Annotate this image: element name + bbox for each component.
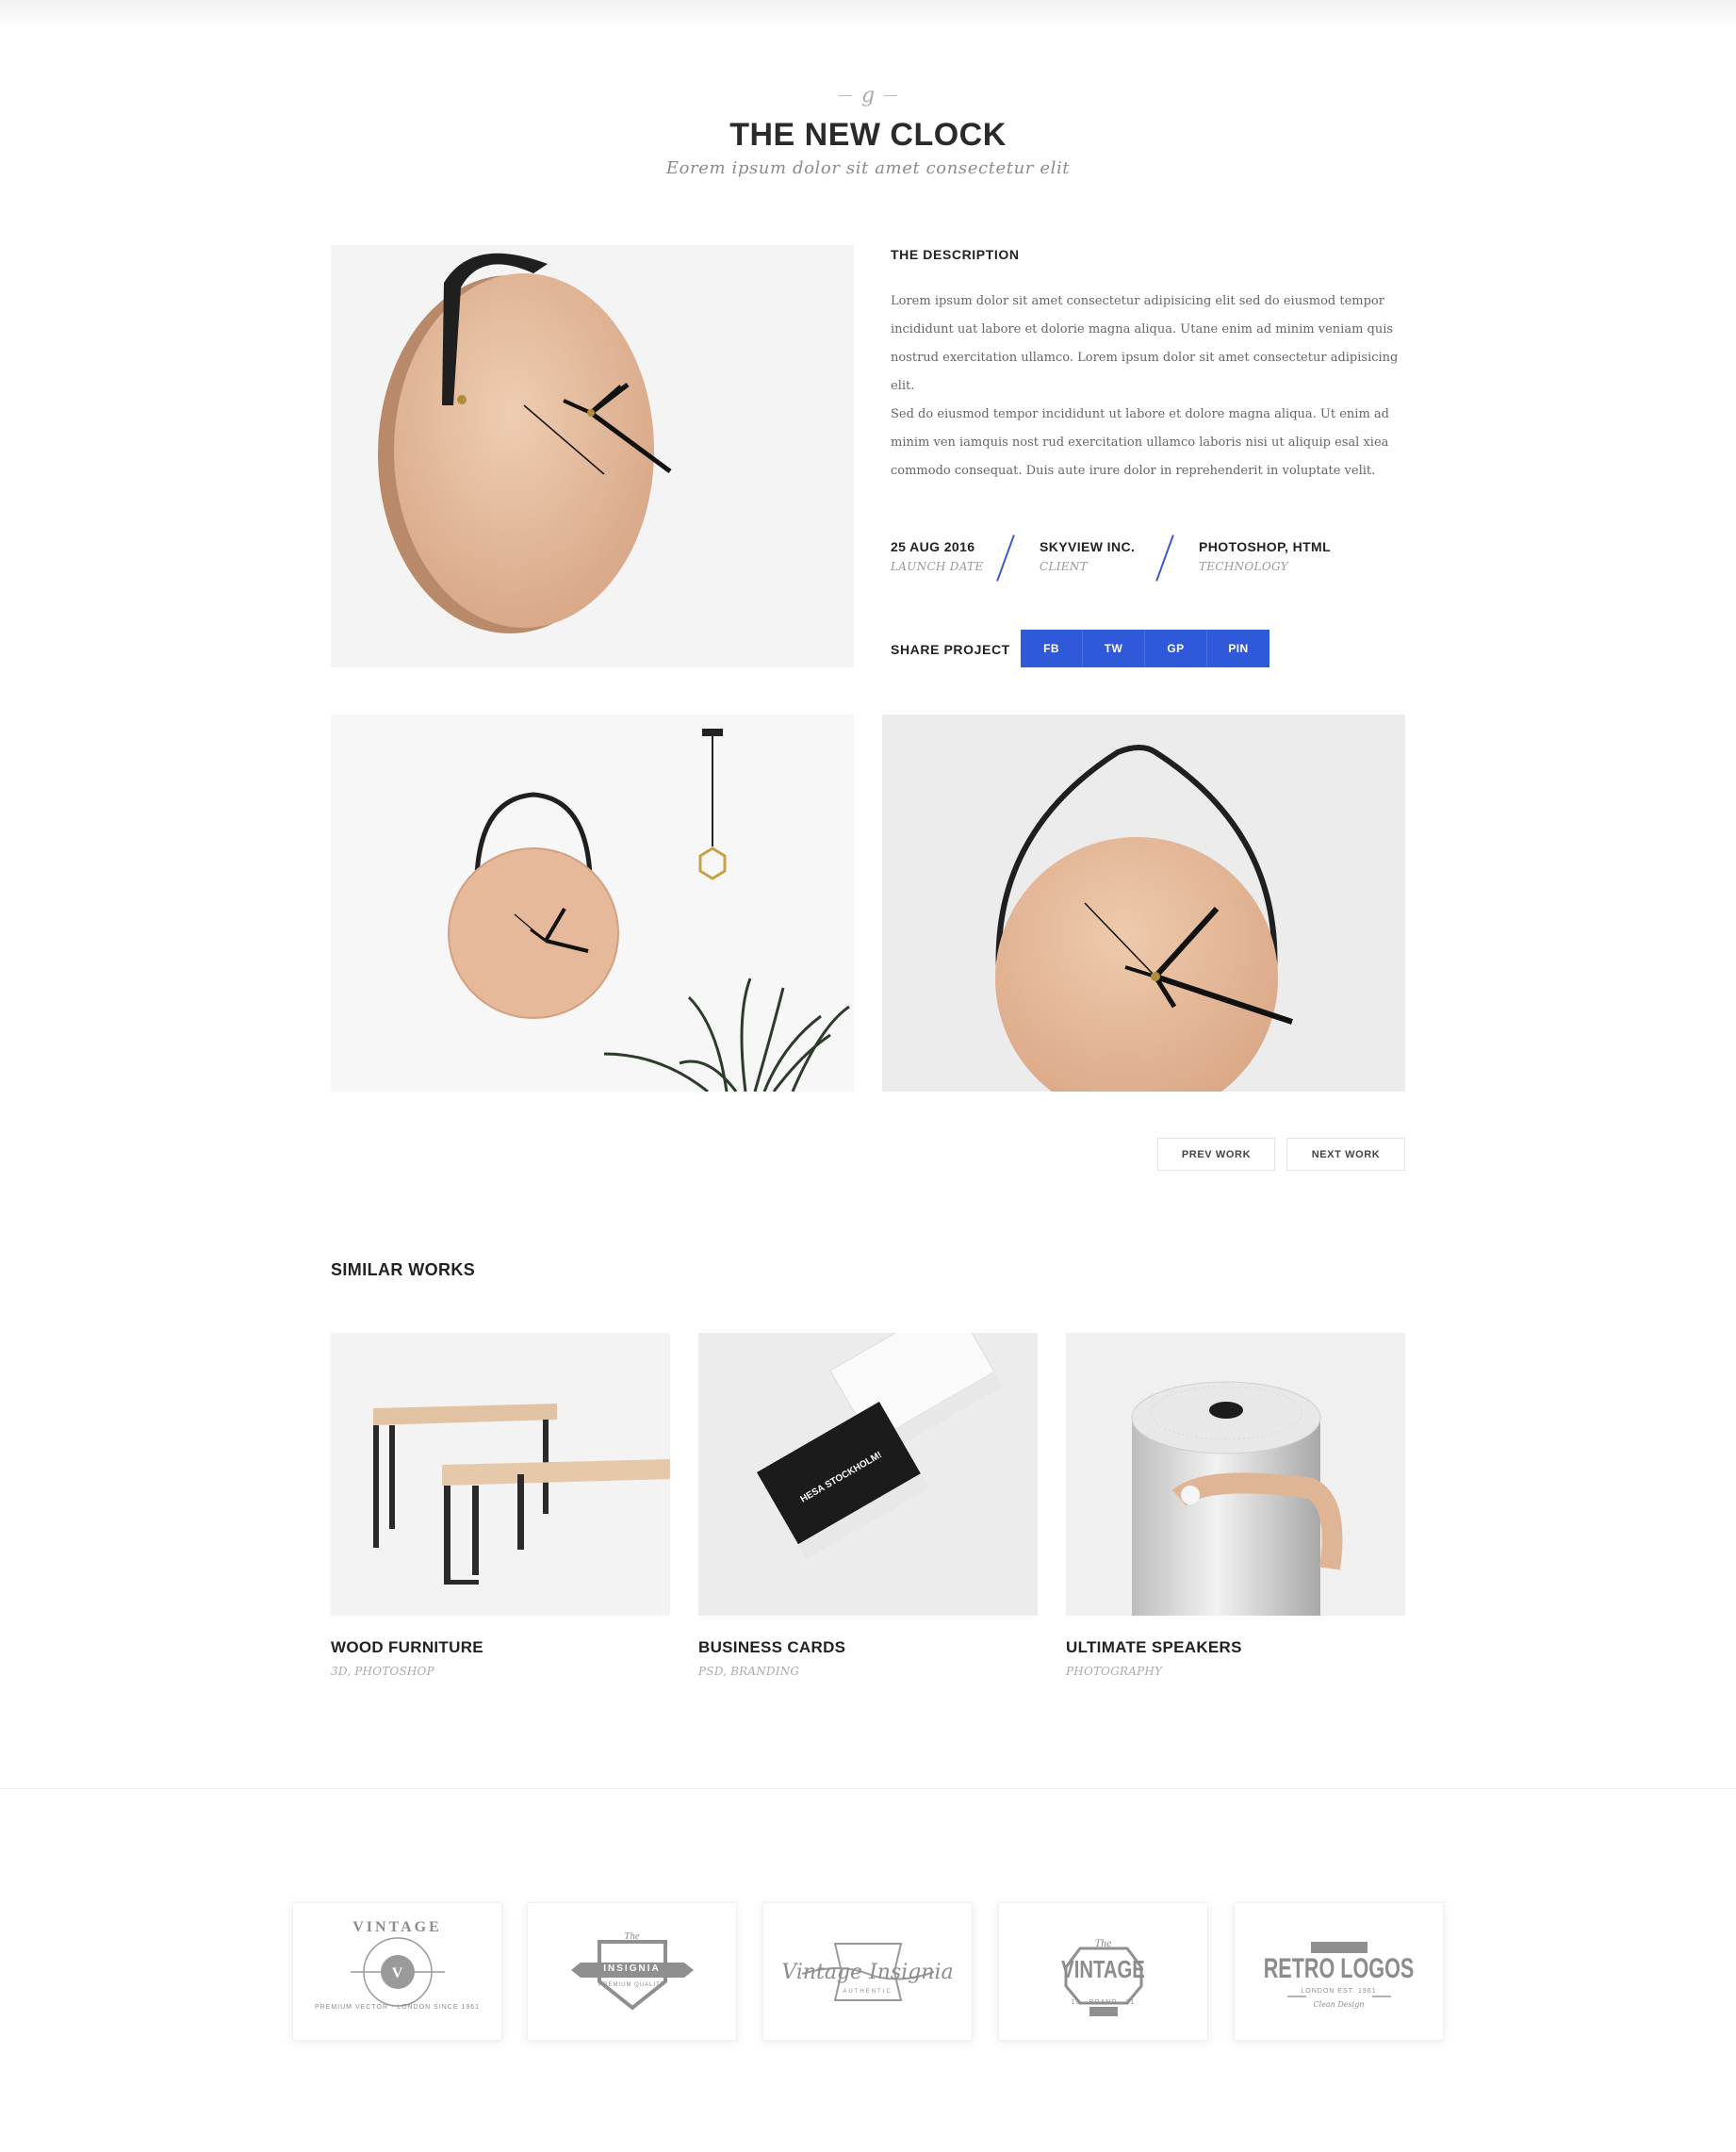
page-title: THE NEW CLOCK [729,117,1007,153]
clock-wall-photo [331,715,854,1092]
meta-label: LAUNCH DATE [891,560,984,573]
work-thumbnail[interactable] [331,1333,670,1616]
meta-value: SKYVIEW INC. [1040,539,1136,554]
work-card-business-cards[interactable]: HESA STOCKHOLM! BUSINESS CARDS PSD, BRAN… [698,1333,1038,1678]
logo-vintage-mark: V [391,1965,403,1981]
share-label: SHARE PROJECT [891,642,1010,657]
share-twitter-button[interactable]: TW [1083,630,1145,667]
clock-with-plant-image [331,715,854,1092]
title-ornament: g [0,81,1736,109]
logo-retro-main: RETRO LOGOS [1263,1953,1415,1984]
work-thumbnail[interactable]: HESA STOCKHOLM! [698,1333,1038,1616]
description-paragraph-1: Lorem ipsum dolor sit amet consectetur a… [891,294,1399,393]
top-shadow [0,0,1736,28]
logo-insignia-top: The [624,1930,640,1942]
meta-divider [996,534,1015,582]
logo-vintage-subtitle: PREMIUM VECTOR · LONDON SINCE 1961 [314,2004,481,2011]
share-facebook-button[interactable]: FB [1021,630,1083,667]
main-clock-photo [331,245,854,667]
meta-launch-date: 25 AUG 2016 LAUNCH DATE [891,539,983,573]
logo-vintage-title: VINTAGE [352,1919,442,1935]
meta-label: TECHNOLOGY [1199,560,1288,573]
work-tags: 3D, PHOTOSHOP [331,1665,434,1678]
page-subtitle: Eorem ipsum dolor sit amet consectetur e… [665,158,1071,178]
work-tags: PSD, BRANDING [698,1665,800,1678]
logo-the-vintage-main: VINTAGE [1061,1955,1145,1983]
share-pinterest-button[interactable]: PIN [1207,630,1269,667]
meta-technology: PHOTOSHOP, HTML TECHNOLOGY [1199,539,1331,573]
logo-retro-bottom: LONDON EST. 1961 [1301,1988,1377,1995]
share-buttons: FB TW GP PIN [1021,630,1269,667]
logo-the-vintage-bottom: 19 · BRAND · 21 [1071,1999,1136,2006]
meta-value: PHOTOSHOP, HTML [1199,539,1332,554]
logo-retro-top: AUTHENTIC [1315,1937,1363,1944]
prev-work-button[interactable]: PREV WORK [1157,1138,1275,1171]
section-divider [0,1788,1736,1789]
work-title[interactable]: ULTIMATE SPEAKERS [1066,1638,1405,1657]
logo-retro-sub: Clean Design [1313,2000,1365,2009]
meta-divider [1155,534,1174,582]
logo-the-vintage-top: The [1094,1936,1112,1949]
ornament-line-right [884,94,898,96]
meta-label: CLIENT [1040,560,1088,573]
work-card-ultimate-speakers[interactable]: ULTIMATE SPEAKERS PHOTOGRAPHY [1066,1333,1405,1678]
ornament-line-left [838,94,852,96]
share-googleplus-button[interactable]: GP [1145,630,1207,667]
ornament-glyph: g [860,83,876,107]
logo-vintage-insignia-main: Vintage Insignia [781,1961,954,1984]
work-thumbnail[interactable] [1066,1333,1405,1616]
work-title[interactable]: BUSINESS CARDS [698,1638,1038,1657]
logo-vintage-insignia-bottom: AUTHENTIC [843,1989,893,1995]
logo-insignia-bottom: PREMIUM QUALITY [598,1982,665,1988]
work-title[interactable]: WOOD FURNITURE [331,1638,670,1657]
clock-closeup-photo [882,715,1405,1092]
clock-closeup-image [882,715,1405,1092]
business-cards-image: HESA STOCKHOLM! [698,1333,1038,1616]
furniture-image [331,1333,670,1616]
similar-works-title: SIMILAR WORKS [331,1260,476,1279]
meta-client: SKYVIEW INC. CLIENT [1040,539,1135,573]
meta-value: 25 AUG 2016 [891,539,975,554]
logo-insignia-main: INSIGNIA [603,1963,661,1974]
work-tags: PHOTOGRAPHY [1066,1665,1163,1678]
work-card-wood-furniture[interactable]: WOOD FURNITURE 3D, PHOTOSHOP [331,1333,670,1678]
description-heading: THE DESCRIPTION [891,247,1020,262]
description-paragraph-2: Sed do eiusmod tempor incididunt ut labo… [891,407,1389,478]
clock-image [331,245,854,667]
speaker-image [1066,1333,1405,1616]
next-work-button[interactable]: NEXT WORK [1286,1138,1405,1171]
